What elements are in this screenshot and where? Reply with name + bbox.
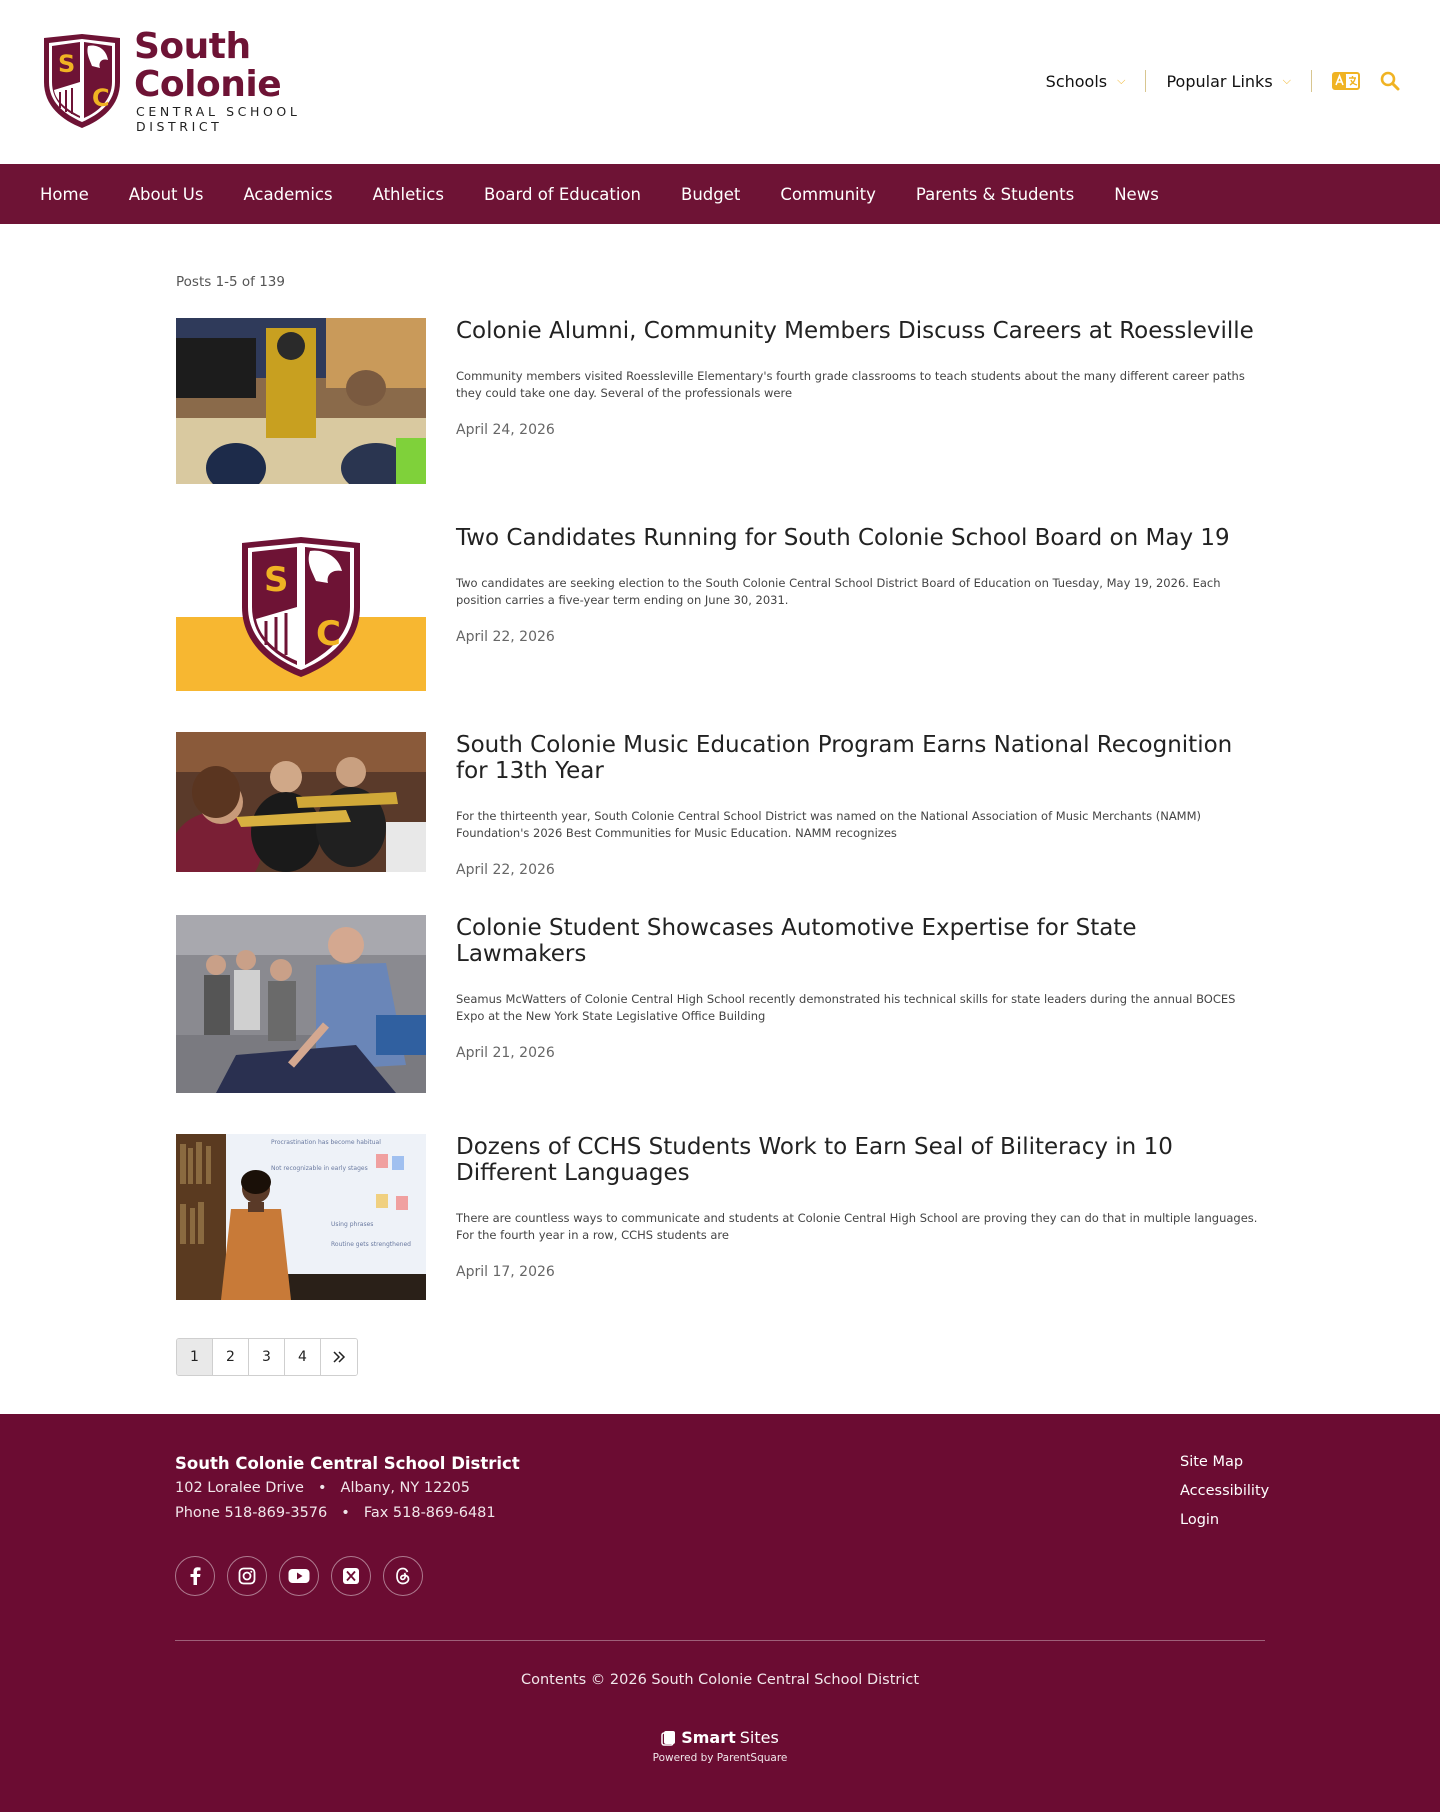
youtube-icon[interactable] — [279, 1556, 319, 1596]
logo-subtitle: CENTRAL SCHOOL DISTRICT — [136, 104, 301, 134]
page-3-button[interactable]: 3 — [249, 1339, 285, 1375]
post-date: April 21, 2026 — [456, 1045, 555, 1061]
search-icon[interactable] — [1380, 71, 1400, 91]
post-thumbnail[interactable]: S C — [176, 525, 426, 691]
divider — [1145, 70, 1147, 92]
post-thumbnail[interactable] — [176, 318, 426, 484]
nav-academics[interactable]: Academics — [243, 185, 332, 204]
chevron-down-icon: ⌵ — [1117, 74, 1126, 87]
threads-icon[interactable] — [383, 1556, 423, 1596]
post-thumbnail[interactable] — [176, 732, 426, 872]
page-2-button[interactable]: 2 — [213, 1339, 249, 1375]
main-nav: Home About Us Academics Athletics Board … — [0, 164, 1440, 224]
address-city: Albany, NY 12205 — [340, 1480, 470, 1496]
smartsites-badge[interactable]: Smart Sites Powered by ParentSquare — [0, 1728, 1440, 1764]
nav-budget[interactable]: Budget — [681, 185, 740, 204]
post-title[interactable]: Dozens of CCHS Students Work to Earn Sea… — [456, 1134, 1266, 1186]
smart-label: Smart — [681, 1728, 736, 1747]
post-date: April 22, 2026 — [456, 629, 555, 645]
footer-links: Site Map Accessibility Login — [1180, 1454, 1269, 1541]
popular-links-label: Popular Links — [1166, 71, 1273, 91]
fax-number: Fax 518-869-6481 — [363, 1505, 496, 1521]
footer-contact: Phone 518-869-3576 • Fax 518-869-6481 — [175, 1505, 496, 1521]
nav-parents-students[interactable]: Parents & Students — [916, 185, 1074, 204]
slide-bullet-1: Procrastination has become habitual — [271, 1139, 381, 1146]
phone-number[interactable]: Phone 518-869-3576 — [175, 1505, 327, 1521]
site-footer: South Colonie Central School District 10… — [0, 1414, 1440, 1812]
facebook-icon[interactable] — [175, 1556, 215, 1596]
post-thumbnail[interactable]: Procrastination has become habitual Not … — [176, 1134, 426, 1300]
nav-community[interactable]: Community — [780, 185, 876, 204]
slide-bullet-2: Not recognizable in early stages — [271, 1165, 368, 1172]
schools-dropdown[interactable]: Schools ⌵ — [1046, 72, 1126, 91]
address-street: 102 Loralee Drive — [175, 1480, 304, 1496]
post-excerpt: Seamus McWatters of Colonie Central High… — [456, 992, 1236, 1023]
site-map-link[interactable]: Site Map — [1180, 1454, 1269, 1470]
crest-icon: S C — [44, 34, 120, 128]
popular-links-dropdown[interactable]: Popular Links ⌵ — [1166, 72, 1291, 91]
logo-title: South Colonie — [134, 26, 282, 105]
crest-letter-s: S — [264, 560, 289, 600]
footer-district-name: South Colonie Central School District — [175, 1454, 520, 1473]
district-logo[interactable]: S C South Colonie CENTRAL SCHOOL DISTRIC… — [40, 28, 390, 134]
instagram-icon[interactable] — [227, 1556, 267, 1596]
post-title[interactable]: South Colonie Music Education Program Ea… — [456, 732, 1266, 784]
post-date: April 24, 2026 — [456, 422, 555, 438]
login-link[interactable]: Login — [1180, 1512, 1269, 1528]
nav-news[interactable]: News — [1114, 185, 1159, 204]
nav-board-of-education[interactable]: Board of Education — [484, 185, 641, 204]
posts-count: Posts 1-5 of 139 — [176, 274, 285, 290]
crest-letter-s: S — [58, 50, 75, 78]
page-1-button[interactable]: 1 — [177, 1339, 213, 1375]
crest-letter-c: C — [316, 614, 341, 654]
separator-dot: • — [341, 1505, 350, 1521]
site-header: S C South Colonie CENTRAL SCHOOL DISTRIC… — [0, 0, 1440, 164]
post-title[interactable]: Colonie Alumni, Community Members Discus… — [456, 318, 1266, 344]
double-chevron-right-icon — [333, 1351, 346, 1363]
powered-by: Powered by ParentSquare — [652, 1751, 788, 1764]
post-excerpt: There are countless ways to communicate … — [456, 1211, 1258, 1242]
post-excerpt: For the thirteenth year, South Colonie C… — [456, 809, 1202, 840]
footer-address: 102 Loralee Drive • Albany, NY 12205 — [175, 1480, 470, 1496]
sites-label: Sites — [739, 1728, 779, 1747]
page-4-button[interactable]: 4 — [285, 1339, 321, 1375]
chevron-down-icon: ⌵ — [1282, 74, 1291, 87]
post-title[interactable]: Colonie Student Showcases Automotive Exp… — [456, 915, 1266, 967]
slide-bullet-4: Routine gets strengthened — [331, 1241, 411, 1248]
x-icon[interactable] — [331, 1556, 371, 1596]
post-excerpt: Community members visited Roessleville E… — [456, 369, 1245, 400]
accessibility-link[interactable]: Accessibility — [1180, 1483, 1269, 1499]
crest-letter-c: C — [92, 84, 110, 112]
nav-about-us[interactable]: About Us — [129, 185, 204, 204]
footer-divider — [175, 1640, 1265, 1641]
smartsites-logo-icon — [661, 1730, 676, 1746]
slide-bullet-3: Using phrases — [331, 1221, 373, 1228]
copyright: Contents © 2026 South Colonie Central Sc… — [520, 1672, 920, 1688]
post-date: April 22, 2026 — [456, 862, 555, 878]
social-links — [175, 1556, 435, 1596]
next-pages-button[interactable] — [321, 1339, 357, 1375]
schools-label: Schools — [1045, 71, 1108, 91]
divider — [1311, 70, 1312, 92]
post-excerpt: Two candidates are seeking election to t… — [456, 576, 1221, 607]
translate-icon[interactable] — [1332, 72, 1360, 90]
post-date: April 17, 2026 — [456, 1264, 555, 1280]
nav-athletics[interactable]: Athletics — [373, 185, 444, 204]
utility-bar: Schools ⌵ Popular Links ⌵ — [1046, 68, 1400, 94]
pagination: 1 2 3 4 — [176, 1338, 358, 1376]
separator-dot: • — [317, 1480, 327, 1496]
post-thumbnail[interactable] — [176, 915, 426, 1093]
post-title[interactable]: Two Candidates Running for South Colonie… — [456, 525, 1266, 551]
nav-home[interactable]: Home — [40, 185, 89, 204]
news-list: Posts 1-5 of 139 Colonie Alumni, Communi… — [176, 274, 1266, 1300]
